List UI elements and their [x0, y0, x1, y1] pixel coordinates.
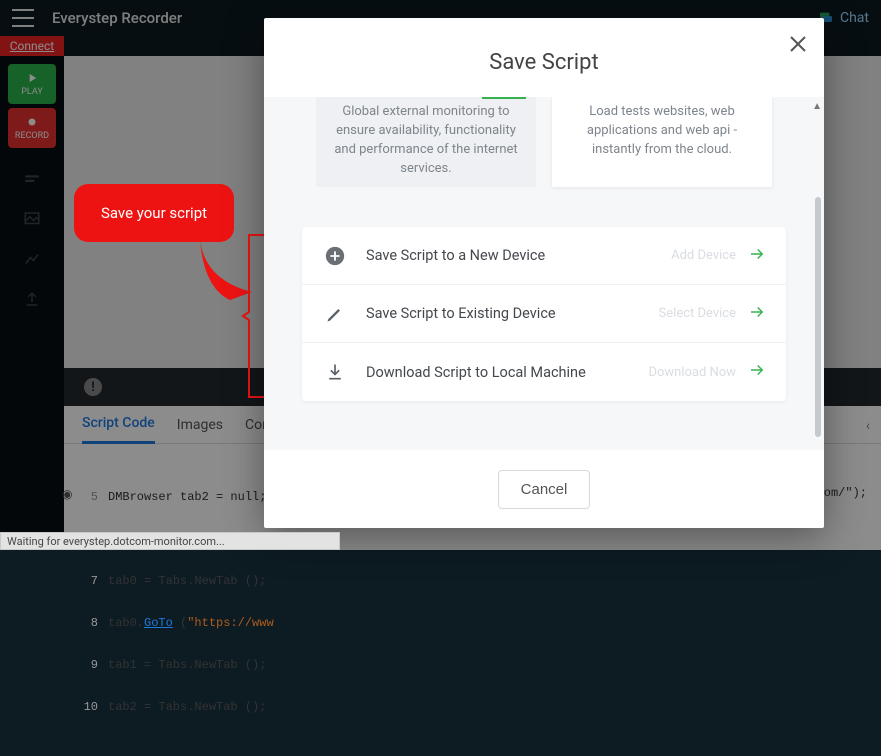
- status-bar: Waiting for everystep.dotcom-monitor.com…: [0, 532, 340, 550]
- action-label: Save Script to Existing Device: [366, 305, 659, 322]
- arrow-right-icon: [748, 361, 766, 383]
- action-label: Download Script to Local Machine: [366, 364, 648, 381]
- close-button[interactable]: [786, 32, 810, 56]
- pencil-icon: [322, 301, 348, 327]
- dialog-scrollbar[interactable]: [815, 197, 821, 437]
- action-hint: Add Device: [671, 248, 736, 263]
- hint-text: Save your script: [101, 204, 207, 222]
- action-save-existing-device[interactable]: Save Script to Existing Device Select De…: [302, 285, 786, 343]
- dialog-body: ▲ Global external monitoring to ensure a…: [264, 97, 824, 450]
- status-text: Waiting for everystep.dotcom-monitor.com…: [7, 535, 225, 548]
- dialog-title: Save Script: [264, 50, 824, 75]
- plus-circle-icon: [322, 243, 348, 269]
- save-script-dialog: Save Script ▲ Global external monitoring…: [264, 18, 824, 528]
- save-actions-list: Save Script to a New Device Add Device S…: [302, 227, 786, 401]
- arrow-right-icon: [748, 303, 766, 325]
- dialog-footer: Cancel: [264, 450, 824, 528]
- option-card-monitoring-text: Global external monitoring to ensure ava…: [334, 104, 517, 176]
- option-card-loadtest-text: Load tests websites, web applications an…: [587, 104, 737, 157]
- option-card-loadtest[interactable]: Load tests websites, web applications an…: [552, 97, 772, 187]
- active-tab-indicator: [482, 97, 526, 99]
- download-icon: [322, 359, 348, 385]
- action-label: Save Script to a New Device: [366, 247, 671, 264]
- arrow-right-icon: [748, 245, 766, 267]
- close-icon: [786, 32, 810, 56]
- action-save-new-device[interactable]: Save Script to a New Device Add Device: [302, 227, 786, 285]
- action-hint: Select Device: [659, 306, 736, 321]
- action-download-local[interactable]: Download Script to Local Machine Downloa…: [302, 343, 786, 401]
- option-card-monitoring[interactable]: Global external monitoring to ensure ava…: [316, 97, 536, 187]
- cancel-button[interactable]: Cancel: [498, 470, 591, 509]
- action-hint: Download Now: [648, 365, 736, 380]
- hint-callout: Save your script: [74, 184, 234, 242]
- scroll-up-caret-icon[interactable]: ▲: [812, 101, 822, 112]
